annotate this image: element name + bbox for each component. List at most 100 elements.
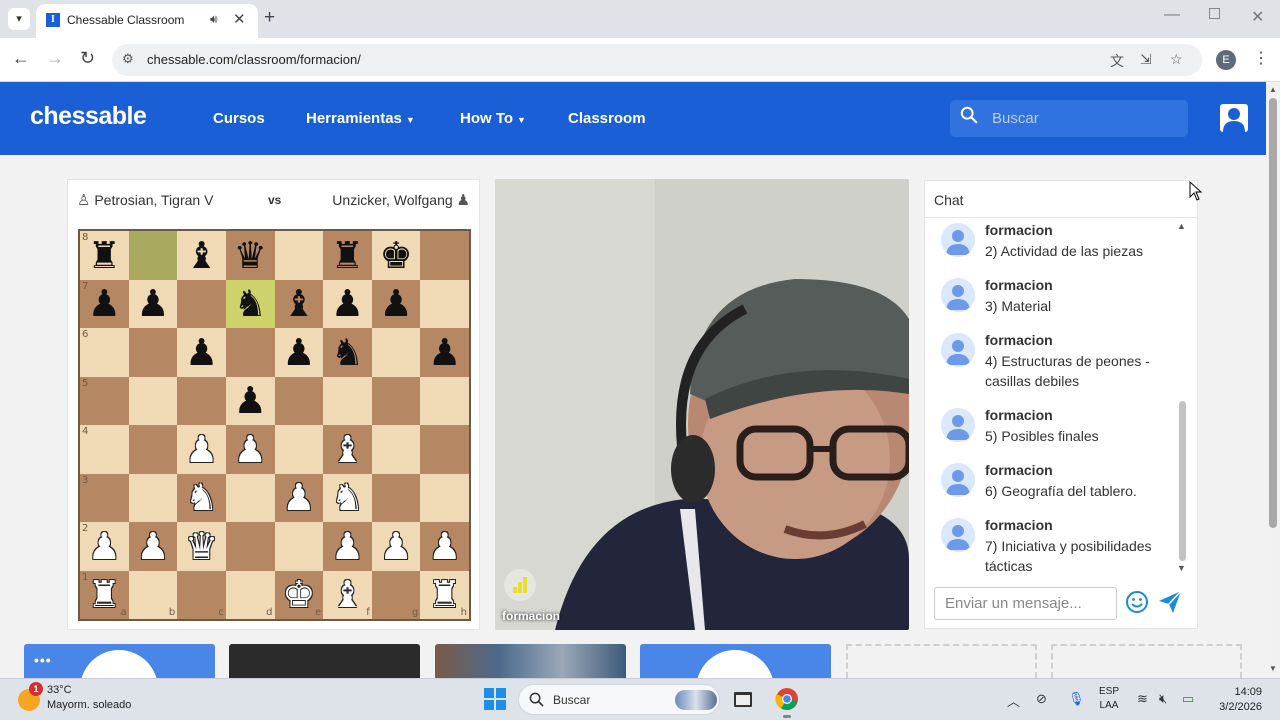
- black-knight-icon[interactable]: ♞: [331, 334, 364, 371]
- square-b5[interactable]: [128, 376, 178, 425]
- square-d7[interactable]: ♞: [225, 279, 275, 328]
- black-bishop-icon[interactable]: ♝: [185, 237, 218, 274]
- square-d1[interactable]: d: [225, 570, 275, 619]
- white-rook-icon[interactable]: ♜: [428, 576, 461, 613]
- white-pawn-icon[interactable]: ♟: [88, 528, 121, 565]
- square-g6[interactable]: [371, 328, 421, 377]
- square-c4[interactable]: ♟: [177, 425, 226, 474]
- site-info-icon[interactable]: ⚙: [122, 51, 134, 67]
- square-e1[interactable]: e ♚: [274, 570, 324, 619]
- square-h1[interactable]: h ♜: [420, 570, 469, 619]
- square-g4[interactable]: [371, 425, 421, 474]
- square-e6[interactable]: ♟: [274, 328, 324, 377]
- scroll-up-icon[interactable]: ▲: [1177, 221, 1186, 231]
- square-g3[interactable]: [371, 473, 421, 522]
- square-c3[interactable]: ♞: [177, 473, 226, 522]
- back-icon[interactable]: ←: [12, 48, 30, 69]
- white-knight-icon[interactable]: ♞: [185, 479, 218, 516]
- square-c6[interactable]: ♟: [177, 328, 226, 377]
- white-pawn-icon[interactable]: ♟: [136, 528, 169, 565]
- square-f4[interactable]: ♝: [323, 425, 372, 474]
- file-explorer-icon[interactable]: [731, 687, 755, 711]
- square-g7[interactable]: ♟: [371, 279, 421, 328]
- white-pawn-icon[interactable]: ♟: [379, 528, 412, 565]
- black-pawn-icon[interactable]: ♟: [379, 285, 412, 322]
- white-king-icon[interactable]: ♚: [282, 576, 315, 613]
- send-icon[interactable]: [1157, 589, 1183, 615]
- square-c8[interactable]: ♝: [177, 231, 226, 280]
- maximize-icon[interactable]: [1209, 8, 1220, 19]
- taskbar-search[interactable]: Buscar: [518, 684, 720, 715]
- omnibox[interactable]: ⚙ chessable.com/classroom/formacion/ 文 ⇲…: [112, 44, 1202, 76]
- square-e4[interactable]: [274, 425, 324, 474]
- participant-thumbnail[interactable]: [640, 644, 831, 678]
- square-c5[interactable]: [177, 376, 226, 425]
- search-icon[interactable]: [960, 106, 978, 124]
- url-text[interactable]: chessable.com/classroom/formacion/: [147, 52, 361, 67]
- square-h8[interactable]: [420, 231, 469, 280]
- emoji-icon[interactable]: [1125, 590, 1149, 614]
- participant-thumbnail[interactable]: •••: [24, 644, 215, 678]
- chat-message-input[interactable]: [934, 587, 1117, 620]
- chess-board[interactable]: 8 ♜ ♝ ♛ ♜ ♚ 7 ♟ ♟ ♞ ♝ ♟ ♟ 6 ♟ ♟ ♞ ♟ 5 ♟ 4 ♟ ♟ ♝ 3 ♞ ♟ ♞ 2 ♟ ♟ ♛ ♟ ♟ ♟ 1 a ♜ b c…: [78, 229, 471, 621]
- tab-search-icon[interactable]: ▾: [8, 8, 30, 30]
- chat-message-list[interactable]: formacion 2) Actividad de las piezas forma…: [925, 218, 1175, 578]
- black-king-icon[interactable]: ♚: [379, 237, 412, 274]
- square-e3[interactable]: ♟: [274, 473, 324, 522]
- page-scrollbar[interactable]: ▲ ▼: [1266, 82, 1280, 678]
- square-d3[interactable]: [225, 473, 275, 522]
- square-f2[interactable]: ♟: [323, 522, 372, 571]
- scroll-up-icon[interactable]: ▲: [1269, 85, 1277, 94]
- square-a2[interactable]: 2 ♟: [80, 522, 129, 571]
- square-h5[interactable]: [420, 376, 469, 425]
- volume-muted-icon[interactable]: 🔇︎: [1159, 691, 1167, 707]
- square-h3[interactable]: [420, 473, 469, 522]
- black-rook-icon[interactable]: ♜: [331, 237, 364, 274]
- profile-avatar[interactable]: E: [1216, 50, 1236, 70]
- square-f3[interactable]: ♞: [323, 473, 372, 522]
- black-pawn-icon[interactable]: ♟: [234, 382, 267, 419]
- square-h2[interactable]: ♟: [420, 522, 469, 571]
- black-pawn-icon[interactable]: ♟: [331, 285, 364, 322]
- reload-icon[interactable]: ↻: [80, 48, 95, 69]
- square-f7[interactable]: ♟: [323, 279, 372, 328]
- square-b1[interactable]: b: [128, 570, 178, 619]
- browser-tab[interactable]: I Chessable Classroom 🔊︎ ✕: [36, 4, 258, 38]
- black-knight-icon[interactable]: ♞: [234, 285, 267, 322]
- square-a8[interactable]: 8 ♜: [80, 231, 129, 280]
- user-account-icon[interactable]: [1220, 104, 1248, 132]
- square-d8[interactable]: ♛: [225, 231, 275, 280]
- square-e8[interactable]: [274, 231, 324, 280]
- square-a5[interactable]: 5: [80, 376, 129, 425]
- scroll-down-icon[interactable]: ▼: [1269, 664, 1277, 673]
- participant-thumbnail[interactable]: [229, 644, 420, 678]
- square-d6[interactable]: [225, 328, 275, 377]
- black-pawn-icon[interactable]: ♟: [88, 285, 121, 322]
- square-a3[interactable]: 3: [80, 473, 129, 522]
- black-bishop-icon[interactable]: ♝: [282, 285, 315, 322]
- square-e5[interactable]: [274, 376, 324, 425]
- chessable-logo[interactable]: chessable: [30, 102, 147, 131]
- white-bishop-icon[interactable]: ♝: [331, 576, 364, 613]
- square-a4[interactable]: 4: [80, 425, 129, 474]
- square-c7[interactable]: [177, 279, 226, 328]
- square-c1[interactable]: c: [177, 570, 226, 619]
- page-scroll-thumb[interactable]: [1269, 98, 1277, 528]
- square-a7[interactable]: 7 ♟: [80, 279, 129, 328]
- install-icon[interactable]: ⇲: [1140, 51, 1152, 68]
- square-f5[interactable]: [323, 376, 372, 425]
- language-indicator[interactable]: ESP LAA: [1099, 685, 1119, 713]
- square-b3[interactable]: [128, 473, 178, 522]
- square-h4[interactable]: [420, 425, 469, 474]
- windows-start-icon[interactable]: [484, 688, 506, 710]
- battery-icon[interactable]: ▭: [1182, 691, 1194, 707]
- square-b6[interactable]: [128, 328, 178, 377]
- new-tab-icon[interactable]: +: [264, 7, 275, 29]
- square-f1[interactable]: f ♝: [323, 570, 372, 619]
- square-b4[interactable]: [128, 425, 178, 474]
- forward-icon[interactable]: →: [46, 48, 64, 69]
- participant-thumbnail[interactable]: [435, 644, 626, 678]
- square-f8[interactable]: ♜: [323, 231, 372, 280]
- close-icon[interactable]: ✕: [233, 10, 246, 28]
- square-g1[interactable]: g: [371, 570, 421, 619]
